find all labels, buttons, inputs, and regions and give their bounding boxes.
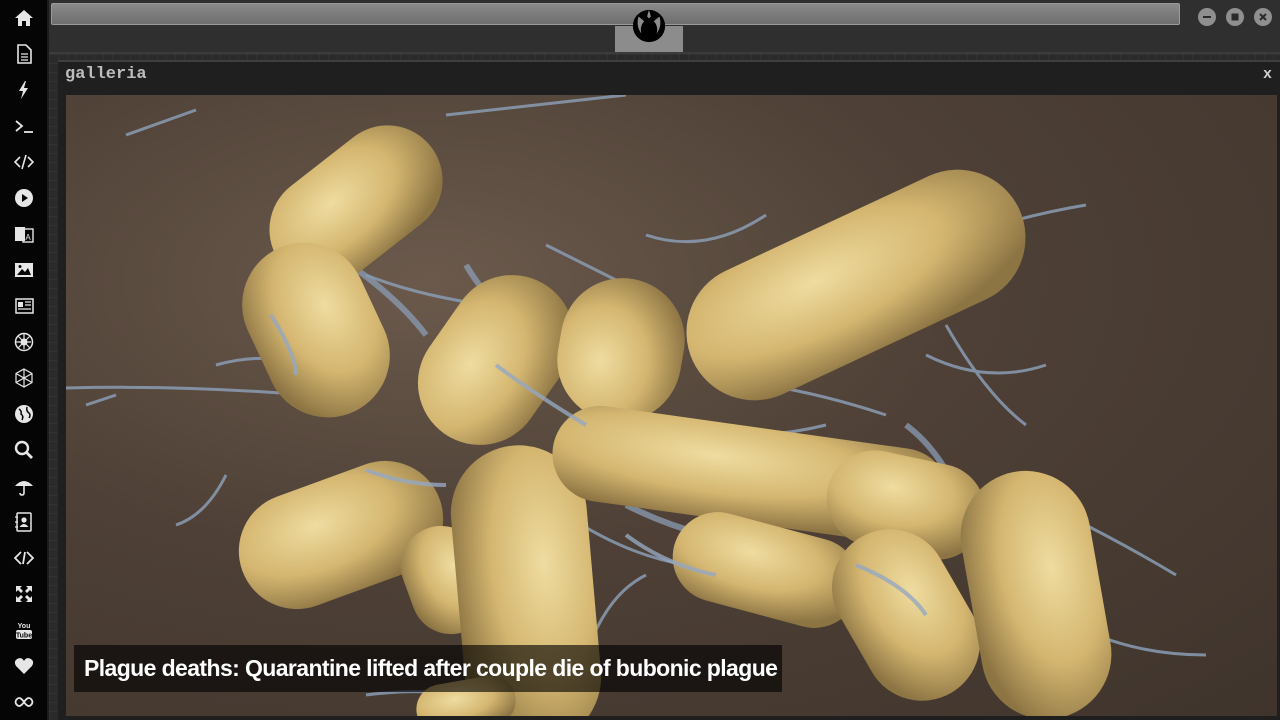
sidebar: A You Tube bbox=[0, 0, 49, 720]
youtube-icon: You Tube bbox=[16, 623, 32, 640]
terminal-icon bbox=[15, 120, 33, 133]
sidebar-item-search[interactable] bbox=[12, 438, 36, 462]
sidebar-item-image[interactable] bbox=[12, 258, 36, 282]
empire-icon bbox=[14, 332, 34, 352]
sidebar-item-terminal[interactable] bbox=[12, 114, 36, 138]
minimize-button[interactable] bbox=[1198, 8, 1216, 26]
sidebar-item-lightning[interactable] bbox=[12, 78, 36, 102]
sidebar-item-news[interactable] bbox=[12, 294, 36, 318]
infinity-icon bbox=[14, 697, 34, 707]
sidebar-item-contacts[interactable] bbox=[12, 510, 36, 534]
contacts-icon bbox=[15, 512, 32, 532]
code-icon bbox=[14, 154, 34, 170]
sidebar-item-code-diamond[interactable] bbox=[12, 546, 36, 570]
sidebar-item-document[interactable] bbox=[12, 42, 36, 66]
code-diamond-icon bbox=[14, 551, 34, 565]
sidebar-item-hexagon[interactable] bbox=[12, 366, 36, 390]
heart-icon bbox=[14, 658, 34, 674]
address-bar[interactable] bbox=[51, 3, 1180, 25]
image-icon bbox=[15, 263, 33, 277]
sidebar-item-translate[interactable]: A bbox=[12, 222, 36, 246]
gallery-image[interactable]: Plague deaths: Quarantine lifted after c… bbox=[66, 95, 1277, 716]
sidebar-item-umbrella[interactable] bbox=[12, 474, 36, 498]
svg-text:You: You bbox=[18, 623, 31, 630]
home-icon bbox=[15, 10, 33, 26]
sidebar-item-infinity[interactable] bbox=[12, 690, 36, 714]
sidebar-item-empire[interactable] bbox=[12, 330, 36, 354]
sidebar-item-youtube[interactable]: You Tube bbox=[12, 618, 36, 642]
sidebar-item-home[interactable] bbox=[12, 6, 36, 30]
gallery-title: galleria bbox=[65, 65, 147, 84]
image-caption: Plague deaths: Quarantine lifted after c… bbox=[74, 645, 782, 692]
lightning-icon bbox=[19, 81, 28, 99]
sidebar-item-globe[interactable] bbox=[12, 402, 36, 426]
bacteria-micrograph bbox=[66, 95, 1207, 716]
rebel-alliance-icon[interactable] bbox=[630, 7, 668, 45]
svg-text:Tube: Tube bbox=[16, 633, 32, 640]
gallery-close-button[interactable]: x bbox=[1263, 66, 1272, 83]
close-button[interactable] bbox=[1254, 8, 1272, 26]
sidebar-item-heart[interactable] bbox=[12, 654, 36, 678]
expand-icon bbox=[16, 586, 32, 602]
maximize-button[interactable] bbox=[1226, 8, 1244, 26]
search-icon bbox=[14, 440, 33, 459]
translate-icon: A bbox=[15, 227, 34, 243]
close-icon bbox=[1259, 13, 1267, 21]
sidebar-item-play[interactable] bbox=[12, 186, 36, 210]
gallery-window: galleria x Plague deaths: Quarantine lif… bbox=[58, 60, 1280, 720]
maximize-icon bbox=[1231, 13, 1239, 21]
sidebar-item-code[interactable] bbox=[12, 150, 36, 174]
sidebar-item-expand[interactable] bbox=[12, 582, 36, 606]
newspaper-icon bbox=[15, 298, 34, 314]
minimize-icon bbox=[1203, 16, 1211, 18]
umbrella-icon bbox=[15, 481, 33, 496]
globe-icon bbox=[15, 405, 33, 423]
svg-text:A: A bbox=[25, 233, 31, 242]
hexagon-icon bbox=[15, 368, 33, 388]
document-icon bbox=[17, 44, 32, 64]
play-icon bbox=[15, 189, 33, 207]
